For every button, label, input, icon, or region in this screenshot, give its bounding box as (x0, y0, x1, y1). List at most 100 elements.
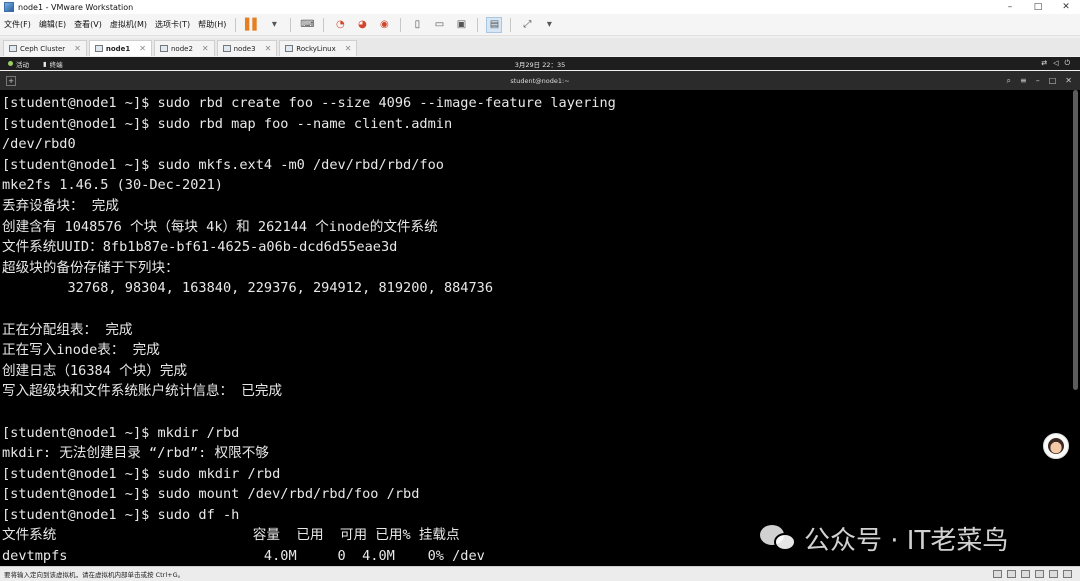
tab-label: Ceph Cluster (20, 44, 66, 53)
tab-label: node2 (170, 44, 193, 53)
vm-tab-bar: Ceph Cluster ✕ node1 ✕ node2 ✕ node3 ✕ R… (0, 38, 1080, 56)
tab-node1[interactable]: node1 ✕ (88, 40, 152, 56)
window-title-bar: node1 - VMware Workstation – □ ✕ (0, 0, 1080, 14)
menu-file[interactable]: 文件(F) (0, 19, 35, 30)
terminal-app-icon: ▮ (43, 59, 47, 68)
terminal-line: 创建日志（16384 个块）完成 (2, 362, 188, 379)
system-tray[interactable]: ⇄ ◁ ⏻ (1041, 59, 1070, 68)
stretch-button[interactable]: ⤢ (519, 17, 535, 33)
terminal-line: mke2fs 1.46.5 (30-Dec-2021) (2, 177, 223, 194)
terminal-line: [student@node1 ~]$ sudo rbd map foo --na… (2, 115, 453, 132)
activities-button[interactable]: 活动 (8, 59, 29, 69)
cd-rom-icon[interactable] (1007, 570, 1016, 578)
new-terminal-tab-button[interactable]: + (6, 75, 16, 86)
vm-group-icon (9, 45, 17, 52)
toolbar-divider (510, 17, 512, 32)
revert-snapshot-button[interactable]: ◕ (354, 17, 370, 33)
terminal-close-icon[interactable]: ✕ (1065, 76, 1072, 86)
terminal-menu-icon[interactable]: ≡ (1020, 76, 1027, 86)
tab-ceph-cluster[interactable]: Ceph Cluster ✕ (3, 40, 87, 56)
sound-icon[interactable] (1049, 570, 1058, 578)
terminal-line: 正在写入inode表： 完成 (2, 342, 160, 359)
menu-tabs[interactable]: 选项卡(T) (151, 19, 194, 30)
power-icon: ⏻ (1064, 59, 1070, 67)
pause-button[interactable]: ▌▌ (244, 17, 261, 33)
menu-help[interactable]: 帮助(H) (194, 19, 230, 30)
display-icon[interactable] (1063, 570, 1072, 578)
snapshot-manager-icon: ◉ (380, 19, 389, 30)
close-button[interactable]: ✕ (1052, 0, 1080, 14)
console-view-button[interactable]: ▤ (486, 16, 503, 33)
clock[interactable]: 3月29日 22：35 (0, 59, 1080, 69)
terminal-line: 文件系统UUID：8fb1b87e-bf61-4625-a06b-dcd6d55… (2, 239, 398, 256)
terminal-line: 正在分配组表： 完成 (2, 321, 133, 338)
vm-icon (94, 45, 103, 52)
toolbar-divider (290, 17, 292, 32)
toolbar-divider (400, 17, 402, 32)
tab-rockylinux[interactable]: RockyLinux ✕ (279, 40, 358, 56)
network-adapter-icon[interactable] (1021, 570, 1030, 578)
console-icon: ▤ (489, 19, 500, 30)
usb-icon[interactable] (1035, 570, 1044, 578)
toolbar-divider (477, 17, 479, 32)
terminal-line: 写入超级块和文件系统账户统计信息： 已完成 (2, 383, 283, 400)
watermark-text: 公众号 · IT老菜鸟 (804, 525, 1009, 556)
minimize-button[interactable]: – (996, 0, 1024, 14)
snapshot-button[interactable]: ◔ (332, 17, 348, 33)
thumbnail-button[interactable]: ▭ (431, 17, 447, 33)
hard-disk-icon[interactable] (993, 570, 1002, 578)
snapshot-icon: ◔ (336, 19, 345, 30)
stretch-dropdown-button[interactable]: ▾ (541, 17, 557, 33)
volume-icon: ◁ (1053, 59, 1059, 67)
terminal-line: 创建含有 1048576 个块（每块 4k）和 262144 个inode的文件… (2, 218, 438, 235)
terminal-app-label: 终端 (49, 60, 63, 69)
terminal-line: [student@node1 ~]$ sudo mkfs.ext4 -m0 /d… (2, 156, 444, 173)
maximize-button[interactable]: □ (1024, 0, 1052, 14)
terminal-maximize-icon[interactable]: □ (1049, 76, 1057, 86)
watermark: 公众号 · IT老菜鸟 (760, 521, 1009, 556)
avatar[interactable] (1043, 433, 1069, 459)
library-icon: ▯ (414, 19, 421, 30)
terminal-header-bar: + student@node1:~ ⌕ ≡ – □ ✕ (0, 71, 1080, 90)
show-library-button[interactable]: ▯ (409, 17, 425, 33)
toolbar-divider (235, 17, 237, 32)
power-dropdown-button[interactable]: ▾ (266, 17, 282, 33)
terminal-scrollbar[interactable] (1073, 90, 1078, 390)
send-ctrl-alt-del-button[interactable]: ⌨ (299, 17, 315, 33)
terminal-lines: [student@node1 ~]$ sudo rbd create foo -… (0, 90, 1080, 566)
fullscreen-icon: ▣ (456, 19, 467, 30)
terminal-line: 32768, 98304, 163840, 229376, 294912, 81… (2, 280, 494, 297)
terminal-app-menu[interactable]: ▮ 终端 (43, 59, 63, 69)
tab-node3[interactable]: node3 ✕ (216, 40, 278, 56)
tab-close-icon[interactable]: ✕ (68, 44, 81, 53)
pause-icon: ▌▌ (244, 18, 261, 31)
revert-icon: ◕ (358, 19, 367, 30)
tab-label: node3 (233, 44, 256, 53)
menu-edit[interactable]: 编辑(E) (35, 19, 70, 30)
snapshot-manager-button[interactable]: ◉ (376, 17, 392, 33)
terminal-line: [student@node1 ~]$ sudo rbd create foo -… (2, 95, 616, 111)
guest-top-bar: 活动 ▮ 终端 3月29日 22：35 ⇄ ◁ ⏻ (0, 57, 1080, 70)
tab-node2[interactable]: node2 ✕ (153, 40, 215, 56)
tab-close-icon[interactable]: ✕ (339, 44, 352, 53)
tab-close-icon[interactable]: ✕ (133, 44, 146, 53)
vm-icon (285, 45, 294, 52)
status-bar: 要将输入定向到该虚拟机，请在虚拟机内部单击或按 Ctrl+G。 (0, 566, 1080, 581)
terminal-line: mkdir: 无法创建目录 “/rbd”: 权限不够 (2, 445, 269, 462)
terminal-minimize-icon[interactable]: – (1036, 76, 1040, 86)
tab-label: RockyLinux (296, 44, 336, 53)
vmware-logo-icon (4, 2, 14, 12)
tab-label: node1 (105, 44, 131, 53)
status-message: 要将输入定向到该虚拟机，请在虚拟机内部单击或按 Ctrl+G。 (4, 571, 185, 579)
menu-toolbar: 文件(F) 编辑(E) 查看(V) 虚拟机(M) 选项卡(T) 帮助(H) ▌▌… (0, 14, 1080, 36)
tab-close-icon[interactable]: ✕ (259, 44, 272, 53)
terminal-output[interactable]: [student@node1 ~]$ sudo rbd create foo -… (0, 90, 1080, 566)
tab-close-icon[interactable]: ✕ (196, 44, 209, 53)
stretch-icon: ⤢ (523, 19, 532, 30)
menu-view[interactable]: 查看(V) (70, 19, 106, 30)
menu-vm[interactable]: 虚拟机(M) (106, 19, 151, 30)
terminal-search-icon[interactable]: ⌕ (1007, 76, 1011, 86)
device-icons[interactable] (993, 570, 1080, 578)
fullscreen-button[interactable]: ▣ (453, 17, 469, 33)
